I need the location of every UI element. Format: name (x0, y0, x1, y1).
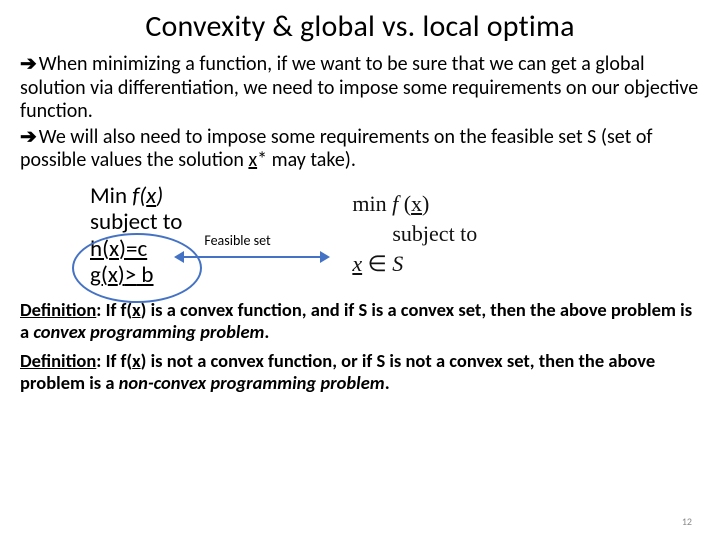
def1-label: Definition (20, 298, 96, 321)
def2-term: non-convex programming problem (119, 371, 385, 394)
math-subject-line: subject to (352, 219, 477, 249)
math-min: min (352, 191, 392, 216)
arrow-icon (20, 52, 39, 76)
math-x: x (411, 191, 422, 216)
g-open: g( (90, 261, 108, 289)
paragraph-2: We will also need to impose some require… (20, 126, 700, 173)
g-x: x (108, 261, 118, 289)
g-op: > (125, 261, 136, 289)
math-x2: x (352, 251, 362, 276)
h-constraint-line: h(x)=c (90, 236, 182, 262)
connector: Feasible set (182, 234, 332, 274)
g-close: ) (118, 261, 125, 289)
math-min-line: min f (x) (352, 189, 477, 219)
def2-label: Definition (20, 349, 96, 372)
fx-f: f( (132, 182, 146, 210)
page-number: 12 (682, 515, 692, 528)
def1-dot: . (264, 320, 269, 343)
def2-x: x (132, 349, 141, 372)
min-fx-line: Min f(x) (90, 183, 182, 209)
para1b-tail: * may take). (257, 148, 356, 172)
para1b-x: x (248, 148, 257, 172)
def1-term: convex programming problem (33, 320, 264, 343)
g-constraint-line: g(x)> b (90, 262, 182, 288)
math-open: ( (398, 191, 411, 216)
fx-close: ) (156, 182, 163, 210)
math-set-line: x ∈ S (352, 249, 477, 279)
min-label: Min (90, 182, 132, 210)
def1-x: x (132, 298, 141, 321)
fx-x: x (146, 182, 156, 210)
math-close: ) (422, 191, 429, 216)
slide: Convexity & global vs. local optima When… (0, 0, 720, 394)
para1a-text: When minimizing a function, if we want t… (20, 52, 698, 123)
g-b: b (136, 261, 153, 289)
paragraph-1: When minimizing a function, if we want t… (20, 53, 700, 124)
math-in: ∈ (362, 251, 392, 276)
definition-2: Definition: If f(x) is not a convex func… (20, 350, 700, 394)
middle-row: Min f(x) subject to h(x)=c g(x)> b Feasi… (20, 183, 700, 289)
math-S: S (392, 251, 403, 276)
double-arrow-icon (182, 256, 322, 259)
right-math-block: min f (x) subject to x ∈ S (352, 189, 477, 278)
h-open: h( (90, 235, 109, 263)
def2-dot: . (385, 371, 390, 394)
connector-label: Feasible set (202, 232, 272, 249)
constraints-text: Min f(x) subject to h(x)=c g(x)> b (90, 183, 182, 289)
def1-b: : If f( (96, 298, 132, 321)
subject-to-line: subject to (90, 209, 182, 235)
constraints-block: Min f(x) subject to h(x)=c g(x)> b (90, 183, 182, 289)
slide-title: Convexity & global vs. local optima (20, 8, 700, 45)
def2-b: : If f( (96, 349, 132, 372)
h-close: )=c (119, 235, 147, 263)
h-x: x (109, 235, 119, 263)
definition-1: Definition: If f(x) is a convex function… (20, 299, 700, 343)
arrow-icon (20, 125, 39, 149)
